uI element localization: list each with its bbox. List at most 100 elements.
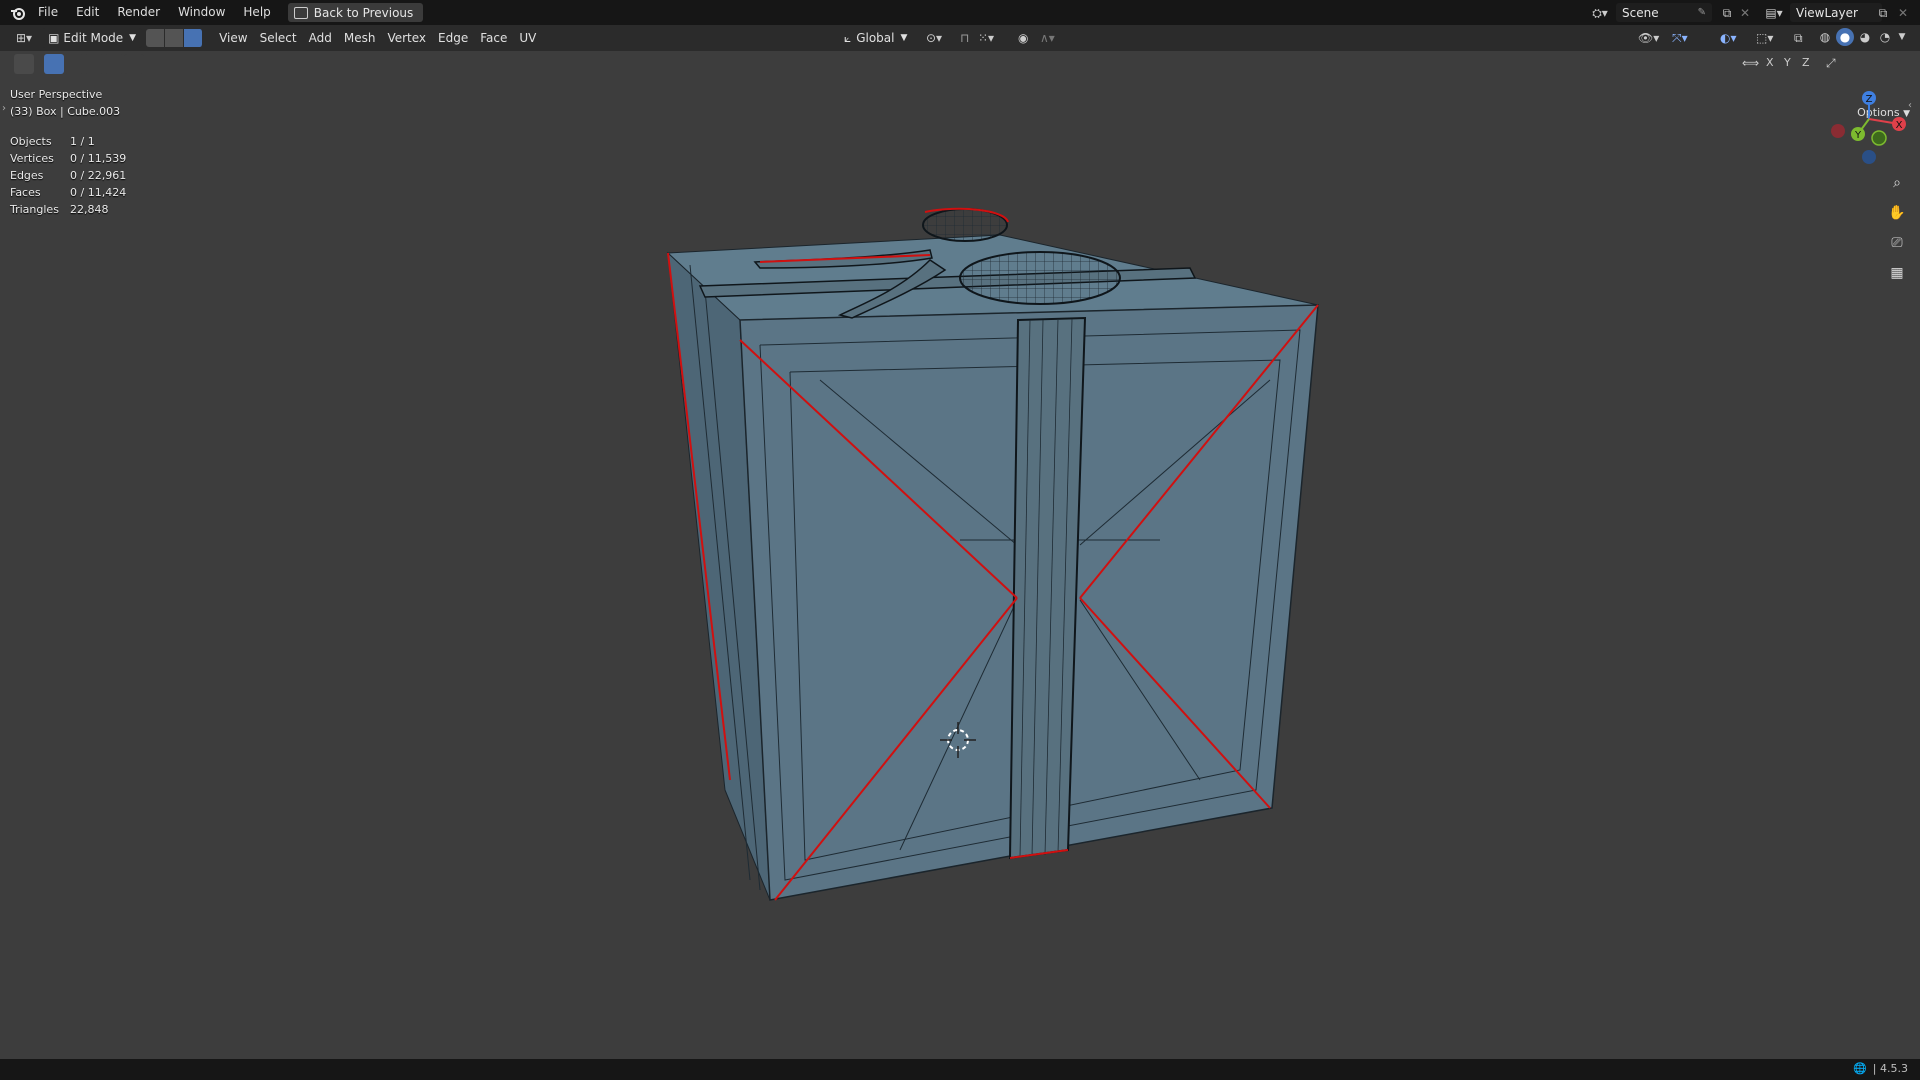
wire-edge bbox=[819, 379, 1018, 546]
perspective-grid-icon[interactable]: ▦ bbox=[1884, 260, 1910, 286]
select-subtract-button[interactable] bbox=[84, 54, 104, 74]
version-label: 4.5.3 bbox=[1880, 1062, 1908, 1075]
object-visibility-selector[interactable]: 👁▾ bbox=[1632, 28, 1665, 48]
menu-view[interactable]: View bbox=[213, 28, 253, 48]
editor-type-selector[interactable]: ⊞▾ bbox=[10, 28, 38, 48]
gift-box-mesh[interactable] bbox=[0, 0, 1920, 1080]
navigation-gizmo[interactable]: Z X Y bbox=[1824, 86, 1914, 176]
viewlayer-selector-icon[interactable]: ▤▾ bbox=[1760, 4, 1788, 22]
statistics-overlay: Objects 1 / 1 Vertices 0 / 11,539 Edges 0 /… bbox=[10, 133, 126, 218]
select-intersect-button[interactable] bbox=[124, 54, 144, 74]
stats-value: 22,848 bbox=[70, 203, 109, 216]
pivot-point-selector[interactable]: ⊙▾ bbox=[920, 28, 948, 48]
zoom-icon[interactable]: ⌕ bbox=[1884, 170, 1910, 196]
delete-viewlayer-icon[interactable]: ✕ bbox=[1896, 4, 1910, 22]
mode-label: Edit Mode bbox=[63, 31, 124, 45]
wire-edge bbox=[899, 599, 1018, 851]
auto-merge-icon[interactable]: ⤢ bbox=[1826, 56, 1836, 71]
mirror-x-toggle[interactable]: X bbox=[1766, 56, 1774, 69]
new-scene-icon[interactable]: ⧉ bbox=[1718, 4, 1736, 22]
mirror-z-toggle[interactable]: Z bbox=[1802, 56, 1810, 69]
viewport-header: ⊞▾ ▣ Edit Mode ▼ View Select Add Mesh Ve… bbox=[0, 25, 1920, 51]
menu-help[interactable]: Help bbox=[234, 0, 279, 25]
orientation-label: Global bbox=[856, 31, 895, 45]
menu-vertex[interactable]: Vertex bbox=[381, 28, 432, 48]
scene-selector-icon[interactable]: ⛭▾ bbox=[1586, 4, 1614, 22]
viewport-info: User Perspective (33) Box | Cube.003 bbox=[10, 86, 120, 120]
uv-seams bbox=[667, 207, 1319, 901]
wire-edge bbox=[1079, 379, 1271, 546]
ribbon-top-strap[interactable] bbox=[698, 267, 1197, 298]
seam-line bbox=[1009, 849, 1069, 859]
version-info: 🌐 | 4.5.3 bbox=[1853, 1062, 1908, 1075]
rendered-shading-button[interactable]: ◔ bbox=[1876, 28, 1894, 46]
gizmo-neg-x-axis[interactable] bbox=[1831, 124, 1845, 138]
vertex-select-button[interactable] bbox=[146, 29, 166, 47]
menu-render[interactable]: Render bbox=[108, 0, 169, 25]
box-top-face[interactable] bbox=[666, 234, 1319, 321]
camera-icon[interactable]: ⎚ bbox=[1884, 230, 1910, 256]
seam-line bbox=[759, 254, 931, 263]
material-shading-button[interactable]: ◕ bbox=[1856, 28, 1874, 46]
gizmo-toggle[interactable]: ⤧▾ bbox=[1666, 28, 1694, 48]
menu-uv[interactable]: UV bbox=[513, 28, 542, 48]
face-select-button[interactable] bbox=[184, 29, 204, 47]
menu-select[interactable]: Select bbox=[254, 28, 303, 48]
falloff-selector[interactable]: ∧▾ bbox=[1034, 28, 1061, 48]
gizmo-neg-z-axis[interactable] bbox=[1862, 150, 1876, 164]
back-to-previous-button[interactable]: Back to Previous bbox=[287, 3, 424, 22]
chevron-down-icon[interactable]: ▼ bbox=[1896, 28, 1908, 46]
gizmo-neg-y-axis[interactable] bbox=[1871, 130, 1887, 146]
select-invert-button[interactable] bbox=[104, 54, 124, 74]
select-tool-button[interactable] bbox=[14, 54, 34, 74]
xray-toggle[interactable]: ⧉ bbox=[1788, 28, 1809, 48]
box-front-face[interactable] bbox=[739, 304, 1319, 901]
mode-selector[interactable]: ▣ Edit Mode ▼ bbox=[42, 28, 143, 48]
proportional-edit-toggle[interactable]: ◉ bbox=[1012, 28, 1034, 48]
solid-shading-button[interactable]: ● bbox=[1836, 28, 1854, 46]
new-viewlayer-icon[interactable]: ⧉ bbox=[1874, 4, 1892, 22]
mirror-options-icon[interactable]: ⟺ bbox=[1742, 56, 1759, 70]
select-extend-button[interactable] bbox=[64, 54, 84, 74]
menu-edit[interactable]: Edit bbox=[67, 0, 108, 25]
stats-label: Faces bbox=[10, 186, 41, 199]
scene-field[interactable]: Scene ✎ bbox=[1616, 3, 1712, 22]
menu-face[interactable]: Face bbox=[474, 28, 513, 48]
ribbon-vertical[interactable] bbox=[1008, 316, 1087, 860]
bow-tail[interactable] bbox=[753, 249, 933, 269]
pin-icon[interactable]: ✎ bbox=[1698, 7, 1706, 18]
menu-window[interactable]: Window bbox=[169, 0, 234, 25]
delete-scene-icon[interactable]: ✕ bbox=[1738, 4, 1752, 22]
chevron-down-icon: ▼ bbox=[129, 33, 137, 43]
edge-select-button[interactable] bbox=[165, 29, 185, 47]
menu-file[interactable]: File bbox=[29, 0, 67, 25]
sidebar-toggle-icon[interactable]: ‹ bbox=[1908, 100, 1912, 111]
stats-objects-row: Objects 1 / 1 bbox=[10, 133, 126, 150]
bow-tail[interactable] bbox=[837, 259, 947, 319]
bow-loop-left[interactable] bbox=[922, 208, 1008, 242]
mesh-overlay-selector[interactable]: ⬚▾ bbox=[1750, 28, 1779, 48]
bow-loop-right[interactable] bbox=[959, 251, 1121, 305]
transform-orientation-selector[interactable]: ⟀ Global ▼ bbox=[838, 28, 913, 48]
overlay-toggle[interactable]: ◐▾ bbox=[1714, 28, 1743, 48]
mirror-y-toggle[interactable]: Y bbox=[1784, 56, 1791, 69]
menu-add[interactable]: Add bbox=[303, 28, 338, 48]
toolbar-toggle-icon[interactable]: › bbox=[2, 103, 6, 114]
view-name: User Perspective bbox=[10, 88, 103, 101]
wire-edge bbox=[689, 264, 751, 881]
box-left-face[interactable] bbox=[667, 251, 771, 901]
stats-edges-row: Edges 0 / 22,961 bbox=[10, 167, 126, 184]
pan-hand-icon[interactable]: ✋ bbox=[1884, 200, 1910, 226]
viewlayer-field[interactable]: ViewLayer bbox=[1790, 3, 1882, 22]
blender-logo-icon[interactable] bbox=[7, 0, 29, 25]
ribbon-bow[interactable] bbox=[753, 208, 1121, 319]
scene-label: Scene bbox=[1622, 5, 1659, 20]
wireframe-shading-button[interactable]: ◍ bbox=[1816, 28, 1834, 46]
snap-target-selector[interactable]: ⁙▾ bbox=[972, 28, 1000, 48]
seam-line bbox=[774, 597, 1018, 901]
stats-label: Vertices bbox=[10, 152, 54, 165]
menu-edge[interactable]: Edge bbox=[432, 28, 474, 48]
3d-cursor-icon[interactable] bbox=[940, 722, 976, 758]
select-new-button[interactable] bbox=[44, 54, 64, 74]
menu-mesh[interactable]: Mesh bbox=[338, 28, 382, 48]
